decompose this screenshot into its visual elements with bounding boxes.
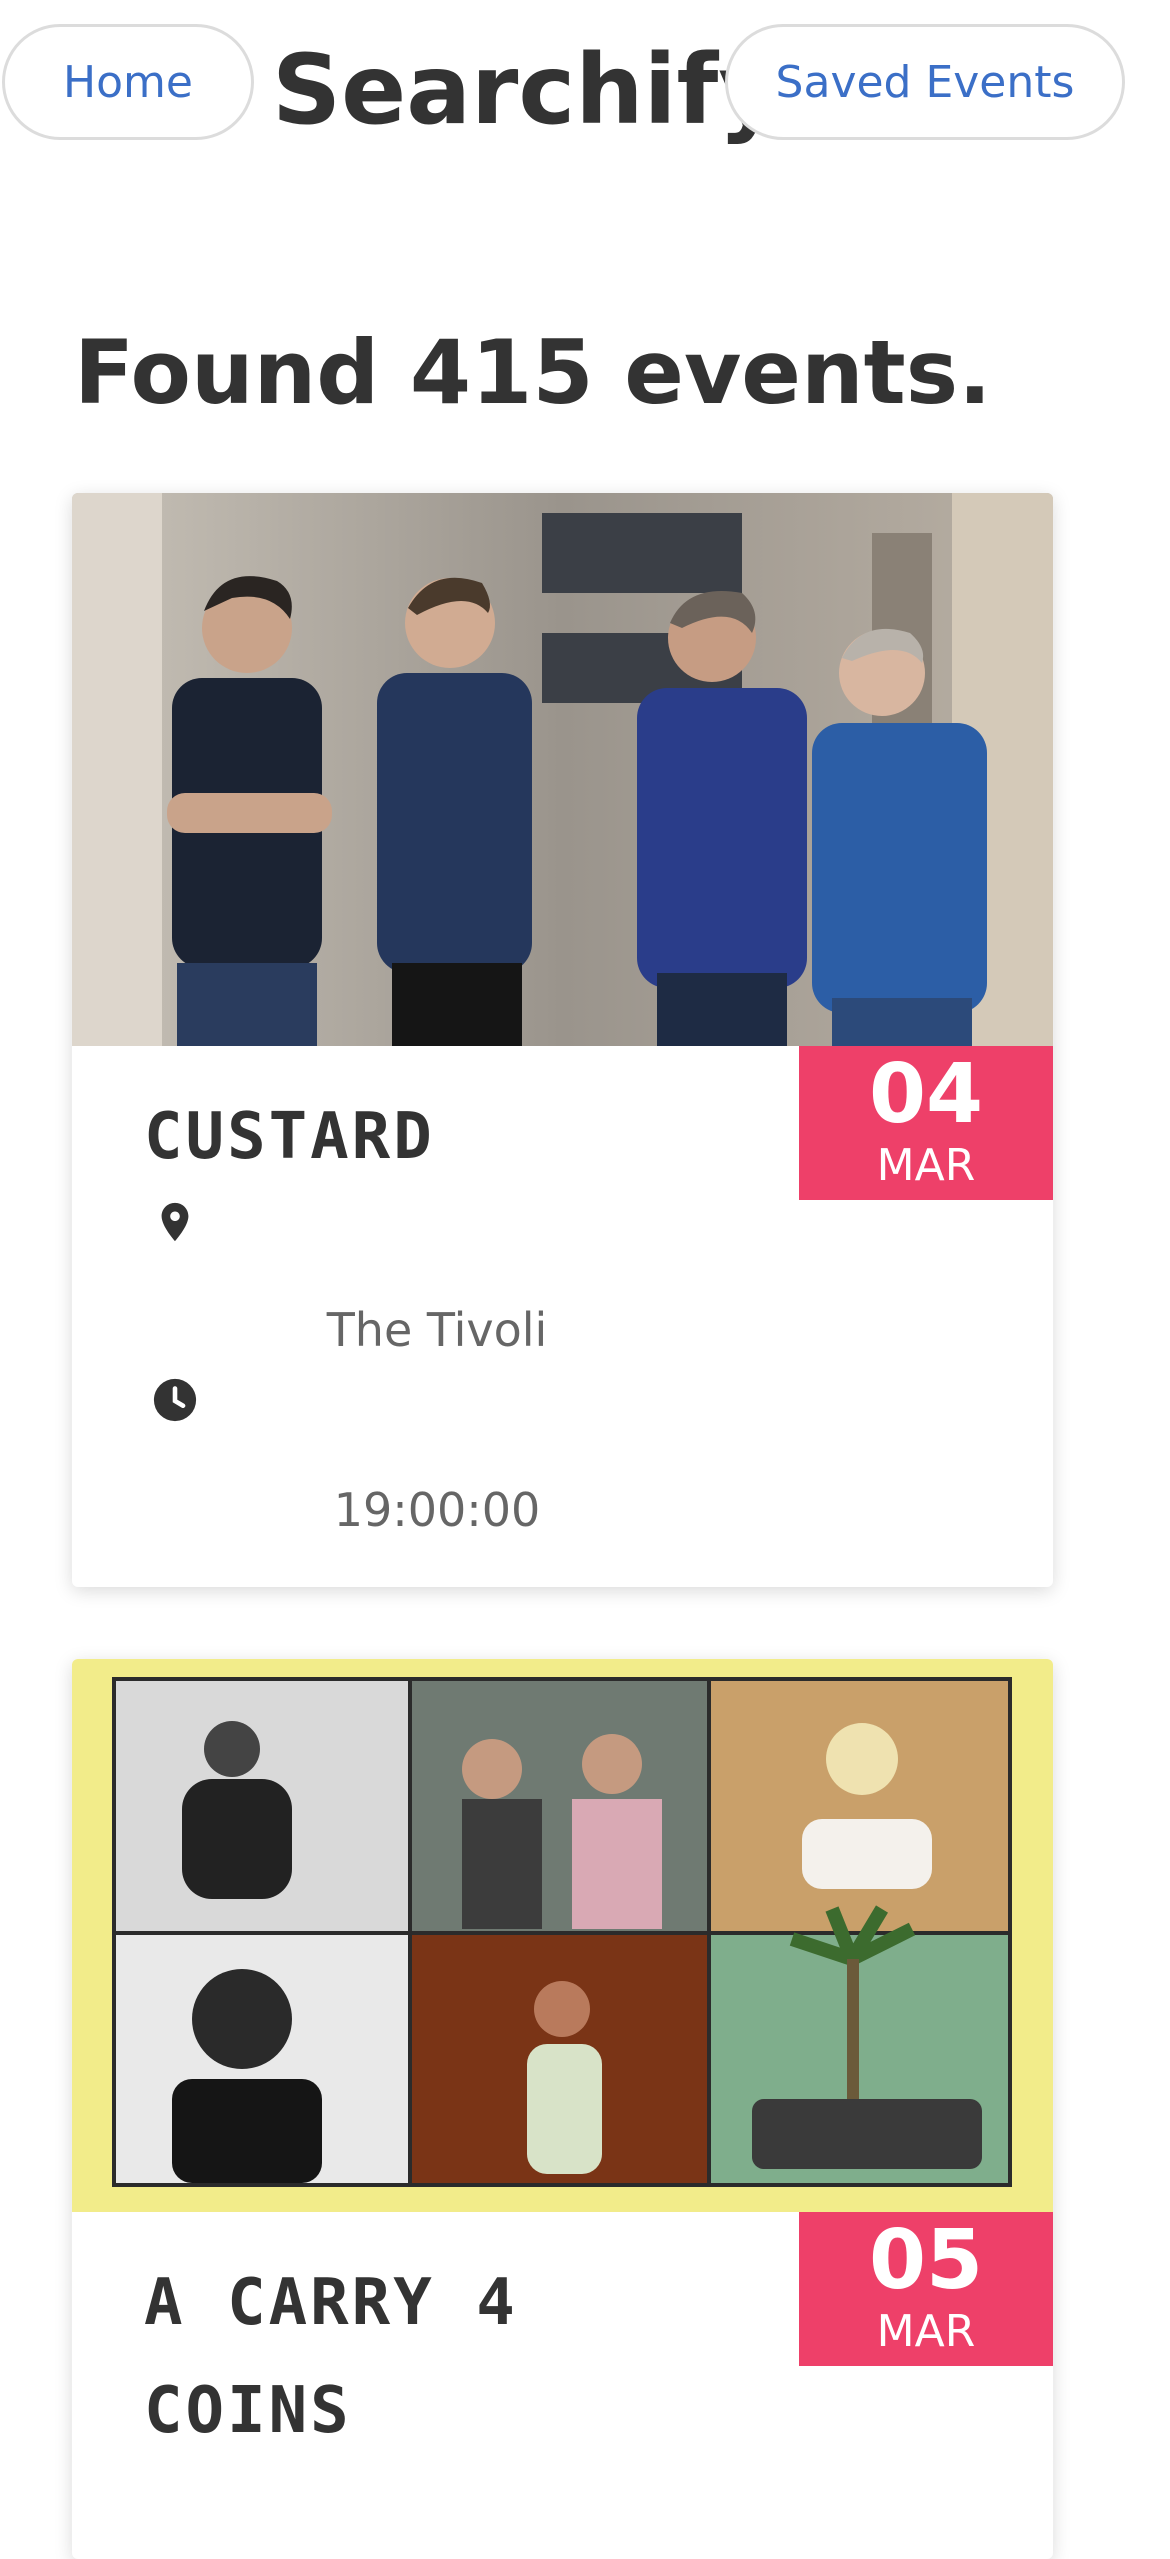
event-month: MAR — [876, 1140, 976, 1191]
event-venue: The Tivoli — [326, 1303, 548, 1357]
event-time: 19:00:00 — [333, 1483, 541, 1537]
top-nav: Home Searchify Saved Events — [0, 0, 1170, 170]
clock-icon — [153, 1378, 197, 1422]
event-image[interactable] — [72, 493, 1053, 1046]
saved-events-button[interactable]: Saved Events — [725, 24, 1125, 140]
map-marker-icon — [161, 1202, 189, 1242]
band-photo — [72, 493, 1053, 1046]
event-day: 05 — [868, 2213, 984, 2308]
home-button[interactable]: Home — [2, 24, 254, 140]
event-card[interactable]: 05 MAR A CARRY 4 COINS — [72, 1659, 1053, 2559]
event-title[interactable]: A CARRY 4 COINS — [144, 2249, 744, 2465]
event-card[interactable]: 04 MAR CUSTARD The Tivoli 19:00:00 — [72, 493, 1053, 1587]
event-month: MAR — [876, 2306, 976, 2357]
artist-collage — [72, 1659, 1053, 2212]
brand-title: Searchify — [272, 34, 781, 146]
event-image[interactable] — [72, 1659, 1053, 2212]
results-heading: Found 415 events. — [74, 321, 992, 424]
event-date-badge: 05 MAR — [799, 2212, 1053, 2366]
event-date-badge: 04 MAR — [799, 1046, 1053, 1200]
event-title[interactable]: CUSTARD — [144, 1083, 435, 1191]
event-day: 04 — [868, 1047, 984, 1142]
